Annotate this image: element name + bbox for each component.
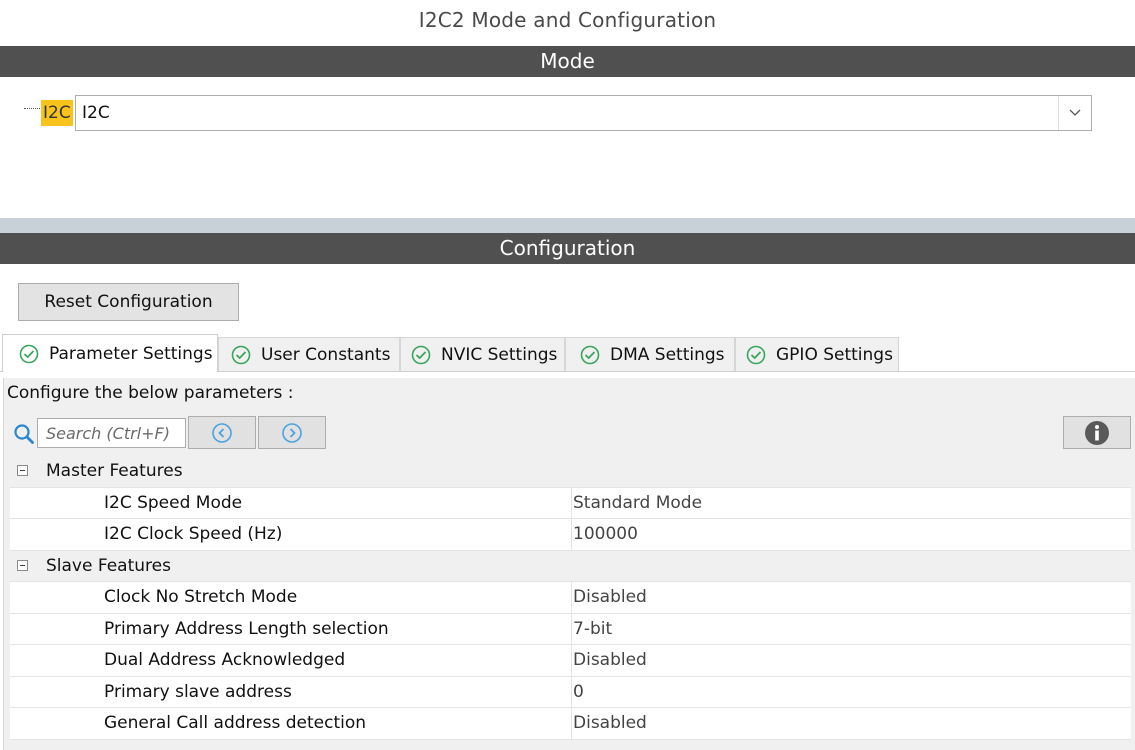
check-circle-icon bbox=[580, 345, 600, 365]
param-name: General Call address detection bbox=[104, 713, 367, 733]
search-icon bbox=[14, 424, 34, 444]
collapse-icon[interactable] bbox=[17, 559, 28, 571]
tab-parameter-settings[interactable]: Parameter Settings bbox=[2, 334, 218, 372]
configure-hint: Configure the below parameters : bbox=[7, 383, 294, 403]
mode-select-value: I2C bbox=[82, 103, 110, 123]
next-match-button[interactable] bbox=[258, 416, 326, 449]
param-row-i2c-clock-speed[interactable]: I2C Clock Speed (Hz) 100000 bbox=[10, 519, 1131, 551]
collapse-icon[interactable] bbox=[17, 465, 28, 476]
param-value[interactable]: 100000 bbox=[571, 519, 638, 550]
parameter-tree: Master Features I2C Speed Mode Standard … bbox=[10, 456, 1131, 740]
param-name: I2C Speed Mode bbox=[104, 492, 243, 513]
tree-connector bbox=[24, 108, 40, 109]
check-circle-icon bbox=[746, 345, 766, 365]
check-circle-icon bbox=[231, 345, 251, 365]
param-name: Dual Address Acknowledged bbox=[104, 650, 346, 670]
mode-header: Mode bbox=[0, 46, 1135, 77]
previous-match-button[interactable] bbox=[188, 416, 256, 449]
param-value[interactable]: Disabled bbox=[571, 708, 647, 739]
tab-bar: Parameter Settings User Constants NVIC S… bbox=[0, 334, 1135, 372]
group-row-slave-features[interactable]: Slave Features bbox=[10, 550, 1131, 582]
section-divider bbox=[0, 218, 1135, 233]
group-row-master-features[interactable]: Master Features bbox=[10, 456, 1131, 488]
param-row-i2c-speed-mode[interactable]: I2C Speed Mode Standard Mode bbox=[10, 487, 1131, 519]
param-row-primary-slave-address[interactable]: Primary slave address 0 bbox=[10, 676, 1131, 708]
mode-select[interactable]: I2C bbox=[75, 95, 1092, 131]
chevron-down-icon[interactable] bbox=[1058, 96, 1091, 130]
param-value[interactable]: Disabled bbox=[571, 645, 647, 676]
circle-left-arrow-icon bbox=[212, 422, 232, 443]
param-name: Clock No Stretch Mode bbox=[104, 587, 298, 607]
param-row-general-call-detection[interactable]: General Call address detection Disabled bbox=[10, 708, 1131, 740]
check-circle-icon bbox=[411, 345, 431, 365]
configuration-header: Configuration bbox=[0, 233, 1135, 264]
tab-dma-settings[interactable]: DMA Settings bbox=[565, 337, 735, 372]
param-row-primary-address-length[interactable]: Primary Address Length selection 7-bit bbox=[10, 613, 1131, 645]
param-row-clock-no-stretch-mode[interactable]: Clock No Stretch Mode Disabled bbox=[10, 582, 1131, 614]
info-button[interactable] bbox=[1063, 416, 1131, 449]
circle-right-arrow-icon bbox=[282, 422, 302, 443]
page-title: I2C2 Mode and Configuration bbox=[418, 8, 717, 32]
mode-label: I2C bbox=[41, 100, 73, 126]
param-value[interactable]: Disabled bbox=[571, 582, 647, 613]
tab-user-constants[interactable]: User Constants bbox=[218, 337, 400, 372]
param-row-dual-address-acknowledged[interactable]: Dual Address Acknowledged Disabled bbox=[10, 645, 1131, 677]
tab-label: DMA Settings bbox=[610, 345, 725, 365]
group-name: Slave Features bbox=[46, 555, 171, 576]
param-name: I2C Clock Speed (Hz) bbox=[104, 524, 283, 544]
param-value[interactable]: 7-bit bbox=[571, 613, 612, 645]
reset-configuration-button[interactable]: Reset Configuration bbox=[18, 283, 239, 321]
tab-label: User Constants bbox=[261, 345, 391, 365]
param-value[interactable]: 0 bbox=[571, 676, 584, 708]
tab-nvic-settings[interactable]: NVIC Settings bbox=[400, 337, 565, 372]
param-value[interactable]: Standard Mode bbox=[571, 487, 702, 519]
param-name: Primary slave address bbox=[104, 681, 292, 702]
group-name: Master Features bbox=[46, 461, 183, 481]
tab-label: Parameter Settings bbox=[49, 343, 213, 364]
check-circle-icon bbox=[19, 344, 39, 363]
search-input[interactable] bbox=[37, 418, 186, 448]
tab-label: NVIC Settings bbox=[441, 345, 558, 365]
tab-gpio-settings[interactable]: GPIO Settings bbox=[735, 337, 899, 372]
param-name: Primary Address Length selection bbox=[104, 618, 389, 639]
info-icon bbox=[1085, 420, 1109, 445]
tab-label: GPIO Settings bbox=[776, 345, 893, 365]
